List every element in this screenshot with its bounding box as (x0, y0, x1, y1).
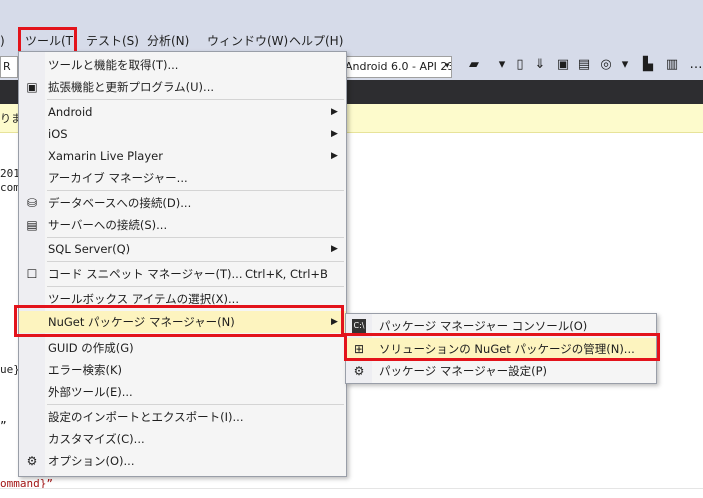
console-icon: C:\ (352, 319, 366, 333)
menu-item-code-snippets[interactable]: ☐ コード スニペット マネージャー(T)... Ctrl+K, Ctrl+B (19, 263, 346, 285)
menu-item-create-guid[interactable]: GUID の作成(G) (19, 337, 346, 359)
nuget-menu-highlight (14, 305, 344, 337)
menu-item-customize[interactable]: カスタマイズ(C)... (19, 428, 346, 450)
tools-menu: ツールと機能を取得(T)... ▣ 拡張機能と更新プログラム(U)... And… (18, 51, 347, 477)
snippet-icon: ☐ (26, 267, 38, 281)
menu-item-options[interactable]: ⚙ オプション(O)... (19, 450, 346, 472)
window-icon[interactable]: ▤ (576, 57, 592, 73)
menu-item-test[interactable]: テスト(S) (86, 30, 139, 52)
menu-item-extensions[interactable]: ▣ 拡張機能と更新プログラム(U)... (19, 76, 346, 98)
extensions-icon: ▣ (26, 80, 38, 94)
more-icon[interactable]: … (688, 57, 703, 73)
dropdown-arrow-icon[interactable]: ▾ (494, 57, 510, 73)
menu-item-xamarin-live-player[interactable]: Xamarin Live Player ▶ (19, 145, 346, 167)
menu-item-help[interactable]: ヘルプ(H) (289, 30, 343, 52)
menu-item-sql-server[interactable]: SQL Server(Q) ▶ (19, 238, 346, 260)
menu-item-android[interactable]: Android ▶ (19, 101, 346, 123)
submenu-arrow-icon: ▶ (331, 151, 338, 161)
download-icon[interactable]: ⇓ (532, 57, 548, 73)
title-area (0, 0, 703, 30)
align-icon[interactable]: ▙ (640, 57, 656, 73)
menu-item-external-tools[interactable]: 外部ツール(E)... (19, 381, 346, 403)
code-line: com (0, 181, 20, 194)
menu-item-package-manager-settings[interactable]: ⚙ パッケージ マネージャー設定(P) (346, 360, 656, 382)
device-select[interactable]: Android 6.0 - API 23) (344, 56, 452, 78)
target-icon[interactable]: ◎ (598, 57, 614, 73)
menu-item-archive-manager[interactable]: アーカイブ マネージャー... (19, 167, 346, 189)
folder-icon[interactable]: ▰ (466, 57, 482, 73)
dropdown-arrow-icon[interactable]: ▾ (617, 57, 633, 73)
menu-separator (47, 404, 344, 405)
chevron-down-icon[interactable]: ▾ (445, 56, 450, 76)
terminal-icon[interactable]: ▣ (555, 57, 571, 73)
menu-separator (47, 99, 344, 100)
copy-icon[interactable]: ▥ (664, 57, 680, 73)
gear-icon: ⚙ (26, 454, 38, 468)
menu-item-get-tools[interactable]: ツールと機能を取得(T)... (19, 54, 346, 76)
tools-menu-highlight (18, 27, 77, 54)
device-icon[interactable]: ▯ (512, 57, 528, 73)
menu-item-analyze[interactable]: 分析(N) (147, 30, 189, 52)
menu-item-partial[interactable]: ) (0, 30, 5, 52)
server-connect-icon: ▤ (26, 218, 38, 232)
toolbar-left-combo[interactable]: R (0, 56, 18, 78)
submenu-arrow-icon: ▶ (331, 107, 338, 117)
code-line: ue} (0, 363, 20, 376)
menu-item-connect-database[interactable]: ⛁ データベースへの接続(D)... (19, 192, 346, 214)
menu-bar: ) ツール(T) テスト(S) 分析(N) ウィンドウ(W) ヘルプ(H) (0, 30, 703, 52)
menu-item-window[interactable]: ウィンドウ(W) (207, 30, 288, 52)
code-line: 201 (0, 167, 20, 180)
code-line: ” (0, 419, 7, 432)
submenu-arrow-icon: ▶ (331, 129, 338, 139)
menu-item-import-export-settings[interactable]: 設定のインポートとエクスポート(I)... (19, 406, 346, 428)
menu-separator (47, 190, 344, 191)
menu-item-ios[interactable]: iOS ▶ (19, 123, 346, 145)
menu-item-connect-server[interactable]: ▤ サーバーへの接続(S)... (19, 214, 346, 236)
device-select-value: Android 6.0 - API 23) (345, 60, 452, 73)
database-connect-icon: ⛁ (26, 196, 38, 210)
menu-separator (47, 261, 344, 262)
menu-separator (47, 286, 344, 287)
menu-item-error-lookup[interactable]: エラー検索(K) (19, 359, 346, 381)
submenu-arrow-icon: ▶ (331, 244, 338, 254)
editor-divider (0, 488, 703, 489)
manage-packages-highlight (344, 333, 660, 361)
gear-icon: ⚙ (353, 364, 365, 378)
